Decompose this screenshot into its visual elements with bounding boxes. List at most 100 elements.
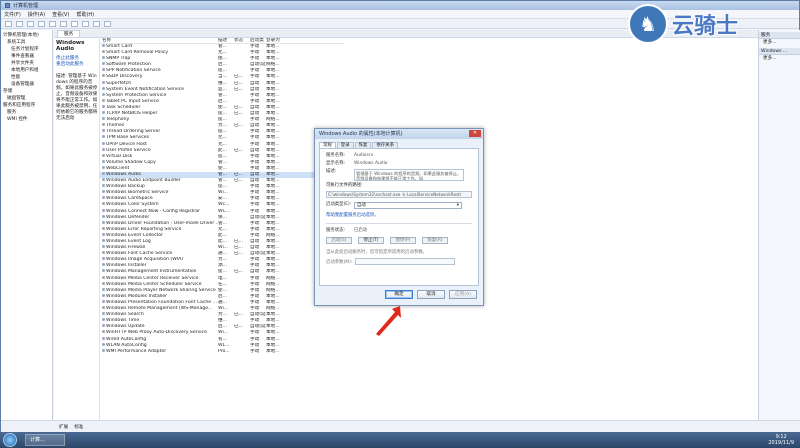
gear-icon bbox=[102, 318, 105, 322]
forward-button[interactable] bbox=[16, 20, 23, 27]
column-startup-type[interactable]: 启动类型 bbox=[250, 38, 266, 43]
gear-icon bbox=[102, 80, 105, 84]
computer-management-icon bbox=[5, 3, 10, 8]
gear-icon bbox=[102, 56, 105, 60]
column-name[interactable]: 名称 bbox=[100, 38, 218, 43]
menu-action[interactable]: 操作(A) bbox=[28, 11, 45, 18]
tree-item[interactable]: 设备管理器 bbox=[1, 81, 52, 88]
system-clock[interactable]: 9:12 2019/11/9 bbox=[768, 434, 794, 446]
tree-item[interactable]: 服务和应用程序 bbox=[1, 102, 52, 109]
service-name-text: SNMP Trap bbox=[106, 56, 131, 62]
tree-item[interactable]: 服务 bbox=[1, 109, 52, 116]
gear-icon bbox=[102, 135, 105, 139]
service-name-value: Audiosrv bbox=[354, 153, 374, 158]
gear-icon bbox=[102, 226, 105, 230]
description-box[interactable]: 管理基于 Windows 的程序的音频。如果此服务被停止，音频设备和效果将不能正… bbox=[354, 169, 464, 181]
service-name-text: Telephony bbox=[106, 117, 130, 123]
resume-service-button[interactable]: 恢复(R) bbox=[422, 237, 448, 244]
service-name-text: WMI Performance Adapter bbox=[106, 348, 167, 354]
pause-service-button[interactable]: 暂停(P) bbox=[390, 237, 416, 244]
export-button[interactable] bbox=[60, 20, 67, 27]
executable-path-field[interactable]: C:\windows\System32\svchost.exe -k Local… bbox=[326, 191, 472, 198]
view-tabs: 扩展 标准 bbox=[1, 420, 800, 432]
service-name-text: UPnP Device Host bbox=[106, 141, 147, 147]
play-button[interactable] bbox=[82, 20, 89, 27]
window-title: 计算机管理 bbox=[13, 3, 39, 9]
show-hide-tree-button[interactable] bbox=[38, 20, 45, 27]
tree-item[interactable]: 本地用户和组 bbox=[1, 67, 52, 74]
menu-help[interactable]: 帮助(H) bbox=[76, 11, 94, 18]
apply-button[interactable]: 应用(A) bbox=[449, 290, 477, 299]
description-label: 描述: bbox=[326, 169, 337, 174]
service-name-text: Thread Ordering Server bbox=[106, 129, 161, 135]
column-log-on-as[interactable]: 登录为 bbox=[266, 38, 344, 43]
menu-view[interactable]: 查看(V) bbox=[52, 11, 69, 18]
refresh-button[interactable] bbox=[49, 20, 56, 27]
pause-button[interactable] bbox=[104, 20, 111, 27]
service-name-text: Windows Event Collector bbox=[106, 232, 164, 238]
service-description: 描述: 管理基于 Windows 的程序的音频。如果此服务被停止，音频设备和效果… bbox=[56, 74, 98, 121]
start-button[interactable]: 启动(S) bbox=[326, 237, 352, 244]
tree-item[interactable]: 性能 bbox=[1, 74, 52, 81]
start-params-input[interactable] bbox=[355, 258, 456, 265]
start-button-orb[interactable] bbox=[3, 433, 17, 447]
tab-extended[interactable]: 扩展 bbox=[59, 424, 68, 430]
cancel-button[interactable]: 取消 bbox=[417, 290, 445, 299]
startup-type-select[interactable]: 自动 bbox=[354, 202, 462, 209]
actions-group-header[interactable]: Windows ... bbox=[759, 48, 800, 55]
gear-icon bbox=[102, 275, 105, 279]
tree-item[interactable]: 共享文件夹 bbox=[1, 60, 52, 67]
tree-item[interactable]: WMI 控件 bbox=[1, 116, 52, 123]
tree-item[interactable]: 系统工具 bbox=[1, 39, 52, 46]
gear-icon bbox=[102, 263, 105, 267]
help-button[interactable] bbox=[71, 20, 78, 27]
gear-icon bbox=[102, 299, 105, 303]
service-name-text: Volume Shadow Copy bbox=[106, 159, 156, 165]
gear-icon bbox=[102, 214, 105, 218]
tree-item[interactable]: 存储 bbox=[1, 88, 52, 95]
service-name-text: Windows Presentation Foundation Font Cac… bbox=[106, 299, 217, 305]
menu-file[interactable]: 文件(F) bbox=[4, 11, 21, 18]
startup-help-link[interactable]: 帮助我配置服务启动选项。 bbox=[326, 213, 472, 219]
taskbar-app-computer-management[interactable]: 计算... bbox=[25, 434, 65, 446]
startup-type-row: 启动类型(E): 自动 bbox=[326, 202, 472, 209]
navigation-tree: 计算机管理(本地) 系统工具 任务计划程序 事件查看器 共享文件夹 本地用户和组 性能 设备管… bbox=[1, 30, 53, 420]
tab-standard[interactable]: 标准 bbox=[74, 424, 83, 430]
service-name-text: User Profile Service bbox=[106, 147, 151, 153]
display-name-label: 显示名称: bbox=[326, 161, 346, 166]
dialog-close-button[interactable]: ✕ bbox=[469, 130, 481, 137]
service-name-text: Windows Font Cache Service bbox=[106, 251, 173, 257]
gear-icon bbox=[102, 324, 105, 328]
tree-item[interactable]: 磁盘管理 bbox=[1, 95, 52, 102]
dialog-title-bar[interactable]: Windows Audio 的属性(本地计算机) ✕ bbox=[315, 129, 483, 139]
gear-icon bbox=[102, 342, 105, 346]
tree-item[interactable]: 事件查看器 bbox=[1, 53, 52, 60]
tree-item[interactable]: 任务计划程序 bbox=[1, 46, 52, 53]
stop-service-button[interactable]: 停止(T) bbox=[358, 237, 384, 244]
ok-button[interactable]: 确定 bbox=[385, 290, 413, 299]
gear-icon bbox=[102, 50, 105, 54]
service-properties-dialog: Windows Audio 的属性(本地计算机) ✕ 常规 登录 恢复 依存关系… bbox=[314, 128, 484, 306]
tree-item[interactable]: 计算机管理(本地) bbox=[1, 32, 52, 39]
restart-service-link[interactable]: 重启动此服务 bbox=[56, 62, 97, 68]
stop-button[interactable] bbox=[93, 20, 100, 27]
gear-icon bbox=[102, 293, 105, 297]
gear-icon bbox=[102, 147, 105, 151]
service-name-text: Windows Backup bbox=[106, 184, 145, 190]
path-label: 可执行文件的路径: bbox=[326, 183, 363, 188]
column-status[interactable]: 状态 bbox=[234, 38, 250, 43]
actions-more-item[interactable]: 更多... bbox=[759, 55, 800, 62]
table-row[interactable]: WMI Performance Adapter Pro... 手动 本地... bbox=[100, 348, 344, 355]
service-name-text: Windows Media Center Scheduler Service bbox=[106, 281, 202, 287]
column-description[interactable]: 描述 bbox=[218, 38, 234, 43]
gear-icon bbox=[102, 287, 105, 291]
back-button[interactable] bbox=[5, 20, 12, 27]
gear-icon bbox=[102, 159, 105, 163]
service-name-text: Virtual Disk bbox=[106, 153, 133, 159]
service-name-text: System Event Notification Service bbox=[106, 86, 185, 92]
tab-services[interactable]: 服务 bbox=[57, 30, 81, 37]
service-name: WMI Performance Adapter bbox=[100, 348, 218, 355]
display-name-value: Windows Audio bbox=[354, 161, 388, 166]
red-arrow-icon bbox=[376, 306, 401, 336]
up-button[interactable] bbox=[27, 20, 34, 27]
